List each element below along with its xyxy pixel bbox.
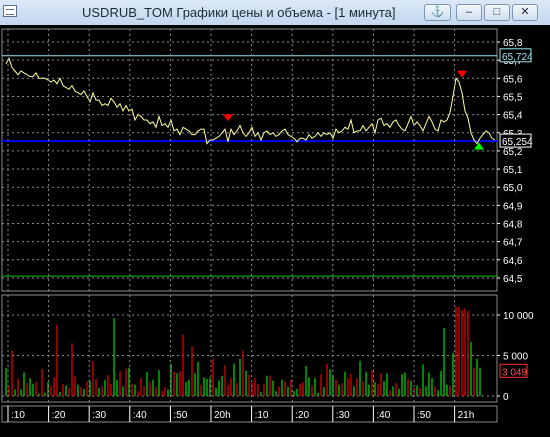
price-tick-label: 65,4	[503, 111, 523, 122]
volume-tick-label: 0	[503, 392, 509, 403]
time-tick-label: :40	[376, 410, 390, 421]
time-tick-label: :40	[133, 410, 147, 421]
price-tick-label: 64,6	[503, 256, 523, 267]
price-tick-label: 65,5	[503, 92, 523, 103]
time-tick-label: 20h	[214, 410, 231, 421]
price-tick-label: 64,9	[503, 201, 523, 212]
volume-tick-label: 5 000	[503, 352, 528, 363]
time-tick-label: :50	[173, 410, 187, 421]
chart-area[interactable]: 65,865,765,665,565,465,365,265,165,064,9…	[0, 25, 550, 437]
anchor-button[interactable]: ⚓	[424, 4, 451, 21]
time-tick-label: :20	[52, 410, 66, 421]
anchor-icon: ⚓	[430, 6, 445, 18]
time-tick-label: :30	[92, 410, 106, 421]
time-tick-label: :10	[255, 410, 269, 421]
price-tick-label: 64,7	[503, 238, 523, 249]
time-tick-label: :30	[336, 410, 350, 421]
price-badge: 65,724	[502, 52, 533, 63]
time-tick-label: 21h	[458, 410, 475, 421]
price-tick-label: 65,1	[503, 165, 523, 176]
price-tick-label: 64,8	[503, 220, 523, 231]
volume-current-badge: 3 049	[502, 367, 527, 378]
price-tick-label: 65,0	[503, 183, 523, 194]
price-tick-label: 65,8	[503, 38, 523, 49]
time-tick-label: :50	[417, 410, 431, 421]
maximize-button[interactable]: □	[484, 4, 510, 21]
window-title: USDRUB_TOM Графики цены и объема - [1 ми…	[82, 5, 396, 20]
volume-tick-label: 10 000	[503, 311, 534, 322]
close-button[interactable]: ✕	[512, 4, 538, 21]
price-tick-label: 64,5	[503, 274, 523, 285]
price-tick-label: 65,6	[503, 74, 523, 85]
price-badge: 65,254	[502, 137, 533, 148]
time-tick-label: :10	[11, 410, 25, 421]
chart-window: USDRUB_TOM Графики цены и объема - [1 ми…	[0, 0, 550, 437]
time-tick-label: :20	[295, 410, 309, 421]
window-app-icon[interactable]	[3, 5, 17, 17]
title-bar[interactable]: USDRUB_TOM Графики цены и объема - [1 ми…	[0, 0, 550, 26]
price-tick-label: 65,2	[503, 147, 523, 158]
minimize-button[interactable]: –	[456, 4, 482, 21]
